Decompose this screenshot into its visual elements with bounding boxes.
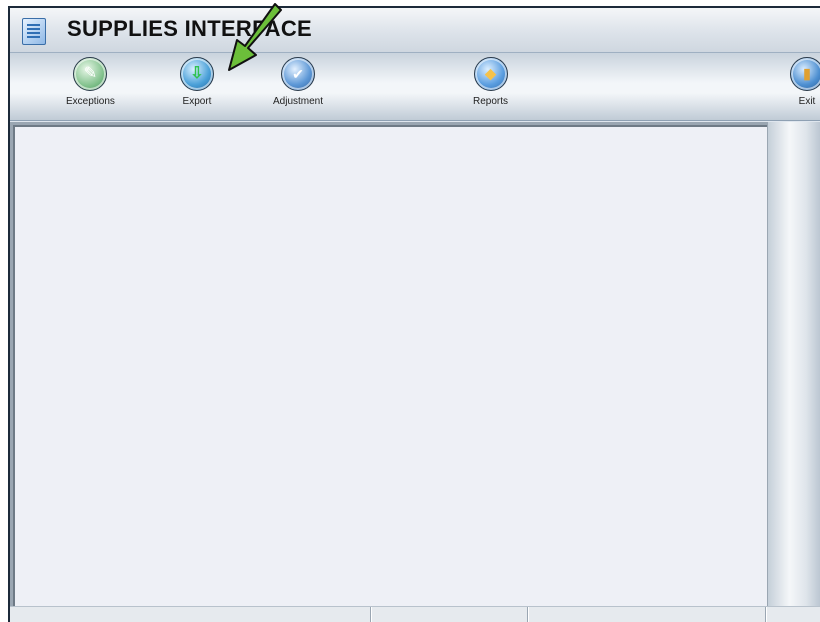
reports-icon: ◆ — [473, 57, 508, 91]
export-icon: ⇩ — [180, 57, 214, 91]
adjustment-icon: ✔ — [281, 57, 316, 91]
adjustment-label: Adjustment — [273, 96, 324, 107]
exit-button[interactable]: ▮ Exit — [790, 57, 820, 107]
reports-button[interactable]: ◆ Reports — [473, 57, 508, 107]
title-bar: SUPPLIES INTERFACE — [10, 8, 820, 53]
exit-label: Exit — [798, 96, 816, 107]
exceptions-button[interactable]: ✎ Exceptions — [66, 57, 115, 107]
app-document-icon — [22, 18, 46, 45]
exceptions-icon: ✎ — [73, 57, 108, 91]
right-side-panel — [768, 122, 820, 607]
app-window: SUPPLIES INTERFACE ✎ Exceptions ⇩ Export… — [8, 6, 820, 622]
export-label: Export — [182, 96, 212, 107]
exceptions-label: Exceptions — [66, 96, 115, 107]
main-content-panel — [10, 122, 770, 610]
annotation-arrow — [228, 3, 282, 71]
reports-label: Reports — [473, 96, 509, 107]
toolbar: ✎ Exceptions ⇩ Export ✔ Adjustment ◆ Rep… — [10, 53, 820, 121]
export-button[interactable]: ⇩ Export — [180, 57, 214, 107]
exit-door-icon: ▮ — [790, 57, 820, 91]
